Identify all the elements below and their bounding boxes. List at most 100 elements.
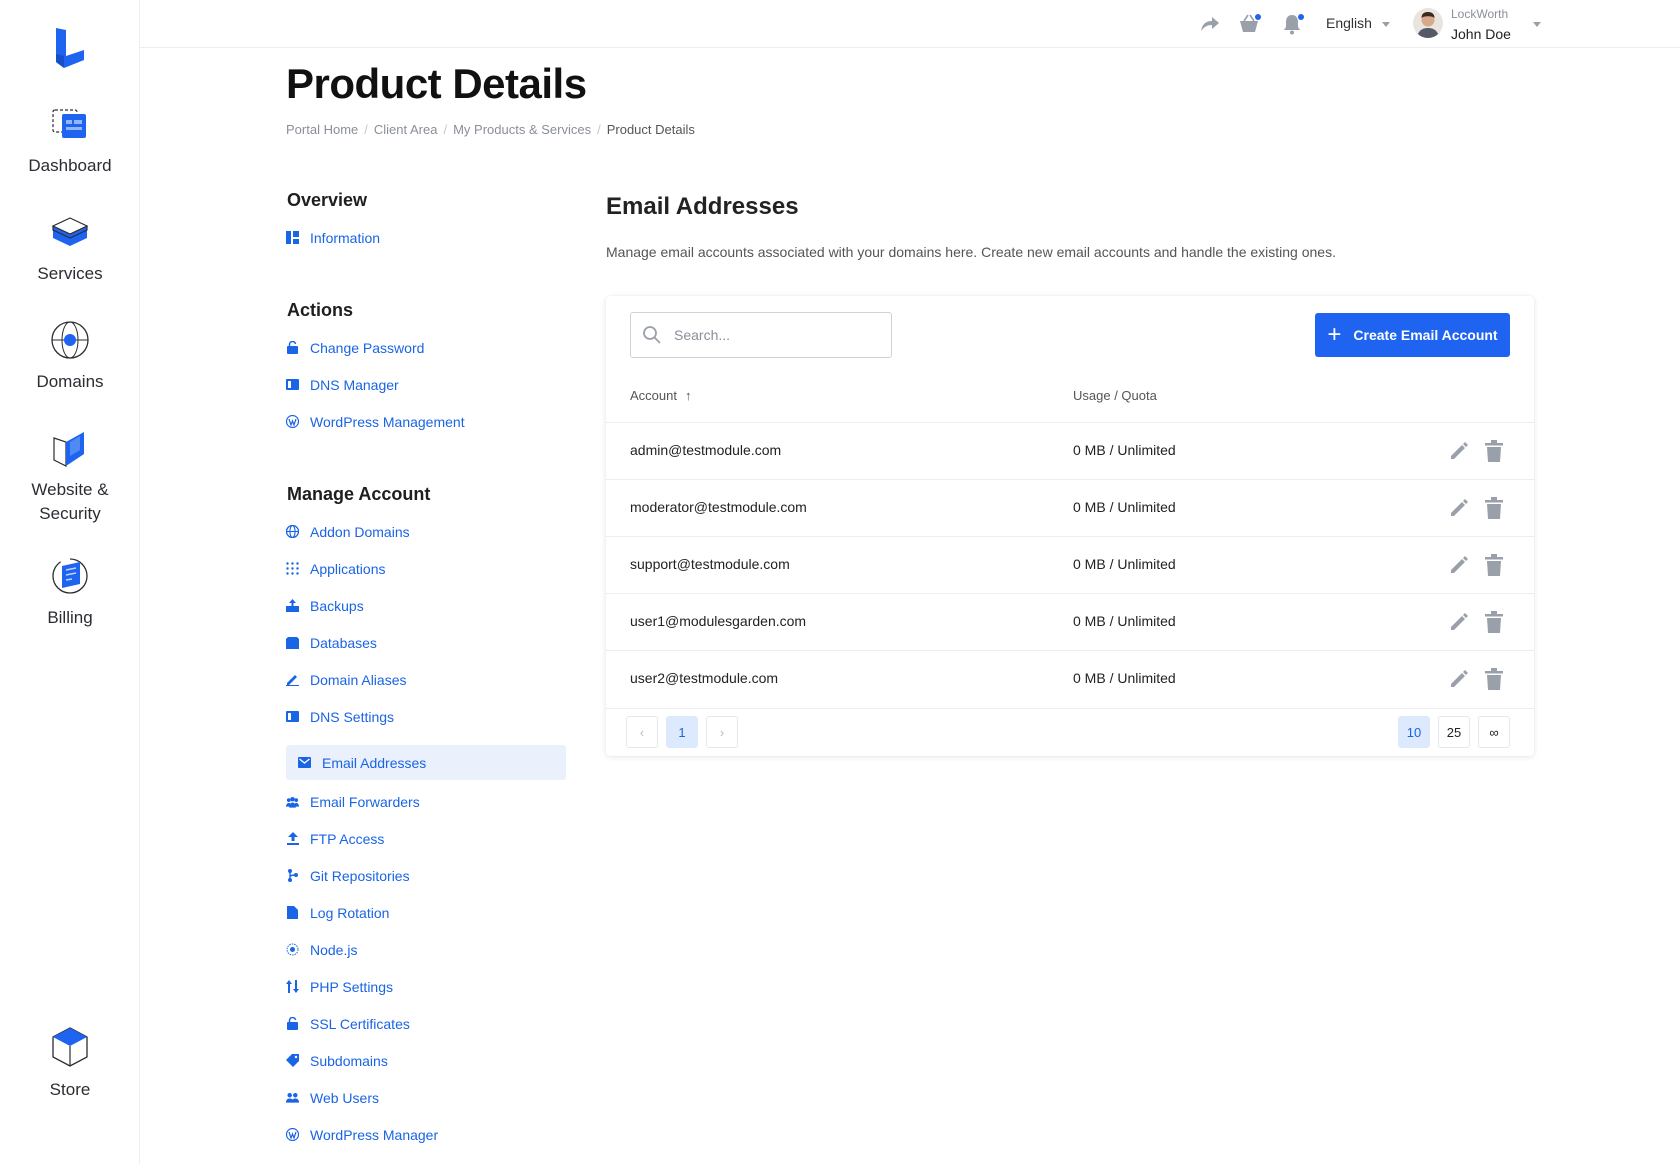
user-name: John Doe <box>1451 26 1511 42</box>
account-cell: user2@testmodule.com <box>630 670 779 686</box>
wordpress-icon <box>286 415 299 428</box>
nav-item-subdomains[interactable]: Subdomains <box>286 1043 566 1078</box>
rail-item-website-security[interactable]: Website & Security <box>0 428 140 526</box>
share-arrow-icon[interactable] <box>1199 13 1223 35</box>
page-size-all[interactable]: ∞ <box>1478 716 1510 748</box>
nav-item-email-addresses[interactable]: Email Addresses <box>286 745 566 780</box>
edit-pencil-icon[interactable] <box>1449 669 1469 689</box>
delete-trash-icon[interactable] <box>1485 554 1505 576</box>
delete-trash-icon[interactable] <box>1485 440 1505 462</box>
rail-item-dashboard[interactable]: Dashboard <box>0 104 140 178</box>
rail-item-store[interactable]: Store <box>0 1026 140 1102</box>
sort-arrows-icon <box>286 980 299 993</box>
page-size-25[interactable]: 25 <box>1438 716 1470 748</box>
edit-pencil-icon[interactable] <box>1449 555 1469 575</box>
delete-trash-icon[interactable] <box>1485 497 1505 519</box>
breadcrumb-client-area[interactable]: Client Area <box>374 122 438 137</box>
nav-item-log-rotation[interactable]: Log Rotation <box>286 895 566 930</box>
breadcrumb-portal-home[interactable]: Portal Home <box>286 122 358 137</box>
user-menu[interactable]: LockWorth John Doe <box>1451 7 1511 44</box>
usage-cell: 0 MB / Unlimited <box>1073 442 1176 458</box>
nav-item-web-users[interactable]: Web Users <box>286 1080 566 1115</box>
rail-item-billing[interactable]: Billing <box>0 556 140 630</box>
plus-icon: + <box>1327 321 1342 348</box>
column-header-usage[interactable]: Usage / Quota <box>1073 388 1157 403</box>
account-cell: support@testmodule.com <box>630 556 790 572</box>
git-branch-icon <box>286 869 299 882</box>
server-icon <box>286 378 299 391</box>
nav-item-nodejs[interactable]: Node.js <box>286 932 566 967</box>
language-selector[interactable]: English <box>1326 15 1390 31</box>
globe-icon <box>286 525 299 538</box>
chevron-down-icon <box>1381 21 1390 27</box>
user-menu-chevron-icon[interactable] <box>1533 22 1541 27</box>
edit-pencil-icon[interactable] <box>1449 441 1469 461</box>
company-name: LockWorth <box>1451 7 1509 21</box>
globe-icon <box>51 321 89 359</box>
section-description: Manage email accounts associated with yo… <box>606 244 1336 260</box>
nav-item-domain-aliases[interactable]: Domain Aliases <box>286 662 566 697</box>
nav-item-label: DNS Manager <box>310 376 399 393</box>
create-email-account-button[interactable]: + Create Email Account <box>1315 313 1510 357</box>
envelope-icon <box>298 756 311 769</box>
brand-logo-icon[interactable] <box>50 26 90 70</box>
services-stack-icon <box>51 217 89 246</box>
nav-item-label: Node.js <box>310 941 358 958</box>
edit-pencil-icon[interactable] <box>1449 612 1469 632</box>
nav-heading-actions: Actions <box>287 300 354 320</box>
database-icon <box>286 636 299 649</box>
rail-item-domains[interactable]: Domains <box>0 320 140 394</box>
nodejs-icon <box>286 943 299 956</box>
bell-icon[interactable] <box>1281 13 1305 35</box>
pencil-icon <box>286 673 299 686</box>
avatar[interactable] <box>1413 8 1443 38</box>
table-row: moderator@testmodule.com 0 MB / Unlimite… <box>606 479 1534 536</box>
nav-item-php-settings[interactable]: PHP Settings <box>286 969 566 1004</box>
pagination-next-button[interactable]: › <box>706 716 738 748</box>
basket-icon[interactable] <box>1238 13 1262 35</box>
edit-pencil-icon[interactable] <box>1449 498 1469 518</box>
nav-item-label: Addon Domains <box>310 523 410 540</box>
pagination-page-1[interactable]: 1 <box>666 716 698 748</box>
grid-icon <box>286 562 299 575</box>
nav-item-applications[interactable]: Applications <box>286 551 566 586</box>
upload-icon <box>286 832 299 845</box>
language-label: English <box>1326 15 1372 31</box>
server-icon <box>286 710 299 723</box>
rail-label-website-security: Website & Security <box>0 478 140 526</box>
rail-item-services[interactable]: Services <box>0 212 140 286</box>
delete-trash-icon[interactable] <box>1485 611 1505 633</box>
sort-ascending-icon: ↑ <box>684 388 692 403</box>
delete-trash-icon[interactable] <box>1485 668 1505 690</box>
usage-cell: 0 MB / Unlimited <box>1073 499 1176 515</box>
nav-item-dns-settings[interactable]: DNS Settings <box>286 699 566 734</box>
column-header-account-label: Account <box>630 388 677 403</box>
nav-item-change-password[interactable]: Change Password <box>286 330 566 365</box>
rail-label-line1: Website & <box>31 480 109 499</box>
pagination-divider <box>606 708 1534 709</box>
nav-item-ssl-certificates[interactable]: SSL Certificates <box>286 1006 566 1041</box>
column-header-account[interactable]: Account ↑ <box>630 388 691 403</box>
nav-item-dns-manager[interactable]: DNS Manager <box>286 367 566 402</box>
rail-label-domains: Domains <box>36 372 104 391</box>
nav-item-wordpress-management[interactable]: WordPress Management <box>286 404 566 439</box>
nav-item-wordpress-manager[interactable]: WordPress Manager <box>286 1117 566 1152</box>
nav-item-databases[interactable]: Databases <box>286 625 566 660</box>
nav-heading-manage-account: Manage Account <box>287 484 431 504</box>
search-input[interactable] <box>674 327 874 343</box>
app-root: Dashboard Services Domains Website & Sec… <box>0 0 1680 1164</box>
nav-item-addon-domains[interactable]: Addon Domains <box>286 514 566 549</box>
pagination-prev-button[interactable]: ‹ <box>626 716 658 748</box>
nav-item-information[interactable]: Information <box>286 220 566 255</box>
search-box[interactable] <box>630 312 892 358</box>
account-cell: user1@modulesgarden.com <box>630 613 807 629</box>
top-bar: English LockWorth John Doe <box>140 0 1680 48</box>
nav-item-ftp-access[interactable]: FTP Access <box>286 821 566 856</box>
notification-badge-dot <box>1298 14 1304 20</box>
nav-item-git-repositories[interactable]: Git Repositories <box>286 858 566 893</box>
breadcrumb-my-products[interactable]: My Products & Services <box>453 122 591 137</box>
nav-item-label: Change Password <box>310 339 425 356</box>
nav-item-backups[interactable]: Backups <box>286 588 566 623</box>
page-size-10[interactable]: 10 <box>1398 716 1430 748</box>
nav-item-email-forwarders[interactable]: Email Forwarders <box>286 784 566 819</box>
